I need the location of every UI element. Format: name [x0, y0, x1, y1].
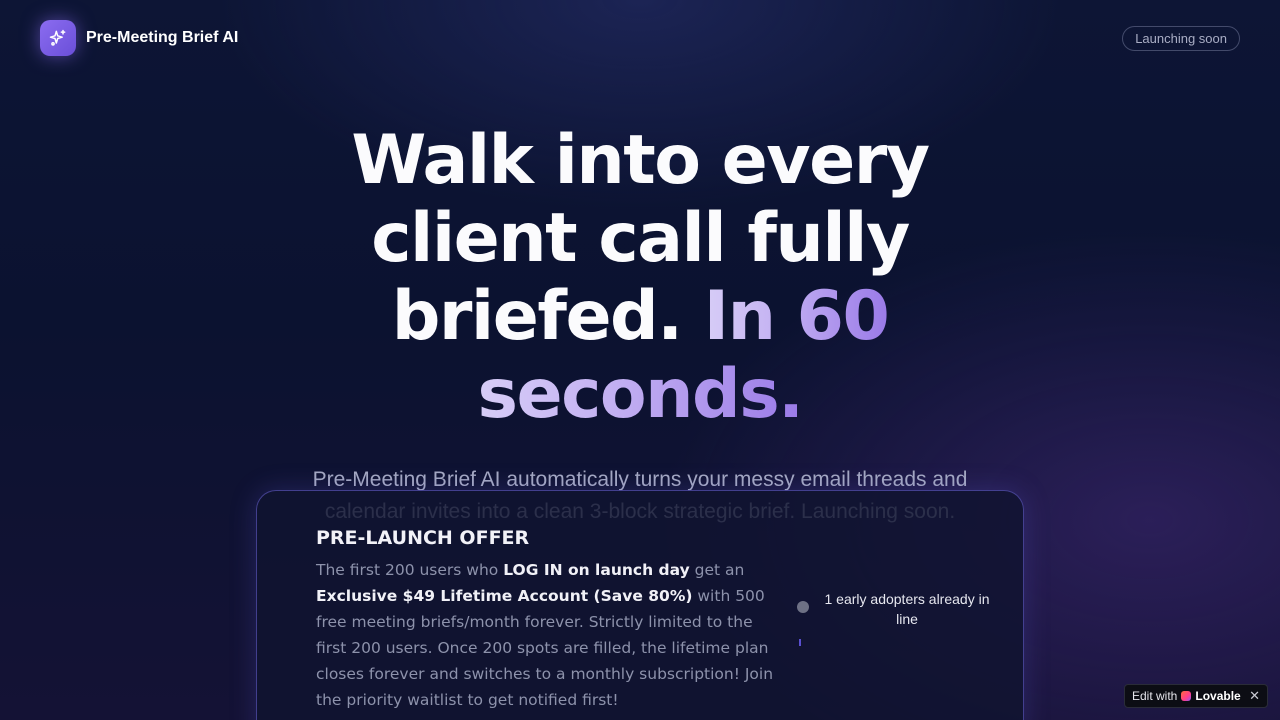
offer-text: get an: [689, 561, 745, 579]
lovable-logo-icon: [1181, 691, 1192, 701]
offer-description: The first 200 users who LOG IN on launch…: [316, 557, 784, 713]
close-icon[interactable]: ✕: [1249, 688, 1260, 704]
edit-with-lovable-badge[interactable]: Edit with Lovable ✕: [1124, 684, 1268, 708]
headline-accent: In 60: [703, 277, 890, 356]
waitlist-counter: 1 early adopters already in line: [797, 589, 1017, 629]
waitlist-count-text: 1 early adopters already in line: [824, 591, 990, 627]
status-badge: Launching soon: [1122, 25, 1240, 51]
badge-brand: Lovable: [1195, 689, 1241, 703]
page-title: Walk into every client call fully briefe…: [250, 122, 1030, 434]
divider: [799, 639, 801, 646]
status-dot-icon: [797, 601, 809, 613]
offer-highlight-login: LOG IN on launch day: [503, 561, 690, 579]
hero-section: Walk into every client call fully briefe…: [0, 122, 1280, 528]
offer-text: The first 200 users who: [316, 561, 504, 579]
brand[interactable]: Pre-Meeting Brief AI: [40, 20, 238, 56]
offer-highlight-lifetime: Exclusive $49 Lifetime Account (Save 80%…: [316, 587, 693, 605]
site-header: Pre-Meeting Brief AI Launching soon: [0, 0, 1280, 76]
brand-name: Pre-Meeting Brief AI: [86, 29, 239, 46]
pre-launch-offer-card: PRE-LAUNCH OFFER The first 200 users who…: [256, 490, 1024, 720]
offer-title: PRE-LAUNCH OFFER: [316, 527, 530, 549]
offer-text: with 500 free meeting briefs/month forev…: [316, 587, 774, 709]
headline-accent-seconds: seconds.: [477, 355, 804, 434]
badge-prefix: Edit with: [1132, 689, 1178, 703]
sparkles-icon: [40, 20, 76, 56]
